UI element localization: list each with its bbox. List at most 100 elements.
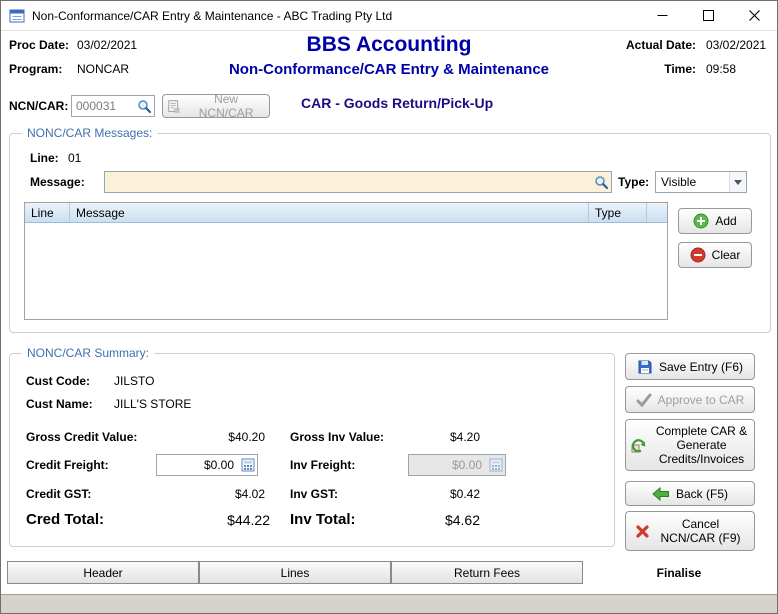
save-entry-label: Save Entry (F6) xyxy=(658,359,744,374)
status-bar xyxy=(1,594,777,613)
tab-header-label: Header xyxy=(83,565,123,580)
credit-freight-field[interactable] xyxy=(156,454,258,476)
credit-freight-label: Credit Freight: xyxy=(26,458,109,472)
type-label: Type: xyxy=(618,175,650,189)
calculator-icon xyxy=(489,458,502,472)
gross-inv-label: Gross Inv Value: xyxy=(290,430,385,444)
calculator-icon xyxy=(241,458,254,472)
time-value: 09:58 xyxy=(706,62,737,76)
inv-freight-input xyxy=(409,458,486,472)
ncn-car-input[interactable] xyxy=(72,99,135,113)
add-button-label: Add xyxy=(715,214,737,228)
column-header-type: Type xyxy=(589,203,647,222)
search-icon xyxy=(595,175,609,189)
time-label: Time: xyxy=(664,62,696,76)
app-window: Non-Conformance/CAR Entry & Maintenance … xyxy=(0,0,778,614)
clear-button-label: Clear xyxy=(711,248,741,262)
approve-to-car-button[interactable]: Approve to CAR xyxy=(625,386,755,413)
window-title: Non-Conformance/CAR Entry & Maintenance … xyxy=(32,8,393,23)
ncn-car-field[interactable] xyxy=(71,95,155,117)
inv-freight-field xyxy=(408,454,506,476)
tab-finalise[interactable]: Finalise xyxy=(583,561,775,584)
inv-total-value: $4.62 xyxy=(444,512,480,528)
tab-return-fees[interactable]: Return Fees xyxy=(391,561,583,584)
cred-total-label: Cred Total: xyxy=(26,511,105,528)
title-bar: Non-Conformance/CAR Entry & Maintenance … xyxy=(1,1,777,31)
gross-credit-value: $40.20 xyxy=(228,430,265,444)
tab-lines-label: Lines xyxy=(280,565,310,580)
messages-table: Line Message Type xyxy=(24,202,668,320)
clear-button[interactable]: Clear xyxy=(678,242,752,268)
actual-date-value: 03/02/2021 xyxy=(706,38,767,52)
complete-car-button[interactable]: Complete CAR & Generate Credits/Invoices xyxy=(625,419,755,471)
tab-header[interactable]: Header xyxy=(7,561,199,584)
new-document-icon xyxy=(168,99,181,112)
column-header-line: Line xyxy=(25,203,70,222)
column-header-extra xyxy=(647,203,667,222)
close-button[interactable] xyxy=(731,1,777,30)
credit-freight-input[interactable] xyxy=(157,458,238,472)
messages-table-body xyxy=(25,223,667,319)
message-input[interactable] xyxy=(105,175,592,189)
minimize-button[interactable] xyxy=(639,1,685,30)
cust-name-value: JILL'S STORE xyxy=(114,397,192,411)
summary-group-title: NONC/CAR Summary: xyxy=(22,346,155,360)
save-entry-button[interactable]: Save Entry (F6) xyxy=(625,353,755,380)
complete-car-label: Complete CAR & Generate Credits/Invoices xyxy=(655,424,748,466)
messages-group-title: NONC/CAR Messages: xyxy=(22,126,158,140)
ncn-lookup-button[interactable] xyxy=(135,96,154,116)
save-floppy-icon xyxy=(638,360,652,373)
tab-lines[interactable]: Lines xyxy=(199,561,391,584)
cust-code-value: JILSTO xyxy=(114,374,155,388)
minimize-icon xyxy=(657,15,667,16)
inv-gst-label: Inv GST: xyxy=(290,487,339,501)
cancel-x-icon xyxy=(635,524,649,538)
approve-check-icon xyxy=(636,393,652,407)
app-icon xyxy=(9,8,25,24)
cust-name-label: Cust Name: xyxy=(26,397,93,411)
column-header-message: Message xyxy=(70,203,589,222)
inv-gst-value: $0.42 xyxy=(449,487,480,501)
inv-total-label: Inv Total: xyxy=(290,511,356,528)
messages-groupbox: NONC/CAR Messages: Line: 01 Message: Typ… xyxy=(9,126,771,333)
cancel-ncn-car-label: Cancel NCN/CAR (F9) xyxy=(660,517,741,545)
ncn-car-label: NCN/CAR: xyxy=(9,99,69,113)
message-label: Message: xyxy=(30,175,85,189)
back-arrow-icon xyxy=(652,486,669,501)
back-button[interactable]: Back (F5) xyxy=(625,481,755,506)
clear-minus-icon xyxy=(690,247,706,263)
back-label: Back (F5) xyxy=(675,486,728,501)
credit-gst-value: $4.02 xyxy=(234,487,265,501)
type-selected-value: Visible xyxy=(661,175,697,189)
new-ncn-car-button[interactable]: New NCN/CAR xyxy=(162,92,270,120)
approve-to-car-label: Approve to CAR xyxy=(657,392,745,407)
cancel-ncn-car-button[interactable]: Cancel NCN/CAR (F9) xyxy=(625,511,755,551)
close-icon xyxy=(748,10,760,21)
line-label: Line: xyxy=(30,151,59,165)
messages-table-header: Line Message Type xyxy=(25,203,667,223)
cust-code-label: Cust Code: xyxy=(26,374,90,388)
credit-freight-calculator-button[interactable] xyxy=(238,455,257,475)
message-field[interactable] xyxy=(104,171,612,193)
add-plus-icon xyxy=(693,213,709,229)
gross-credit-label: Gross Credit Value: xyxy=(26,430,138,444)
inv-freight-label: Inv Freight: xyxy=(290,458,356,472)
inv-freight-calculator-button xyxy=(486,455,505,475)
tab-return-fees-label: Return Fees xyxy=(453,565,521,580)
generate-refresh-icon xyxy=(631,438,646,452)
tab-finalise-label: Finalise xyxy=(656,565,702,580)
message-lookup-button[interactable] xyxy=(592,172,611,192)
type-select[interactable]: Visible xyxy=(655,171,747,193)
maximize-icon xyxy=(702,10,714,21)
actual-date-label: Actual Date: xyxy=(625,38,696,52)
summary-groupbox: NONC/CAR Summary: Cust Code: JILSTO Cust… xyxy=(9,346,615,547)
credit-gst-label: Credit GST: xyxy=(26,487,92,501)
add-button[interactable]: Add xyxy=(678,208,752,234)
maximize-button[interactable] xyxy=(685,1,731,30)
chevron-down-icon xyxy=(729,172,746,192)
car-mode-text: CAR - Goods Return/Pick-Up xyxy=(301,95,494,111)
cred-total-value: $44.22 xyxy=(227,512,270,528)
search-icon xyxy=(138,99,152,113)
new-ncn-car-label: New NCN/CAR xyxy=(198,92,254,120)
gross-inv-value: $4.20 xyxy=(449,430,480,444)
